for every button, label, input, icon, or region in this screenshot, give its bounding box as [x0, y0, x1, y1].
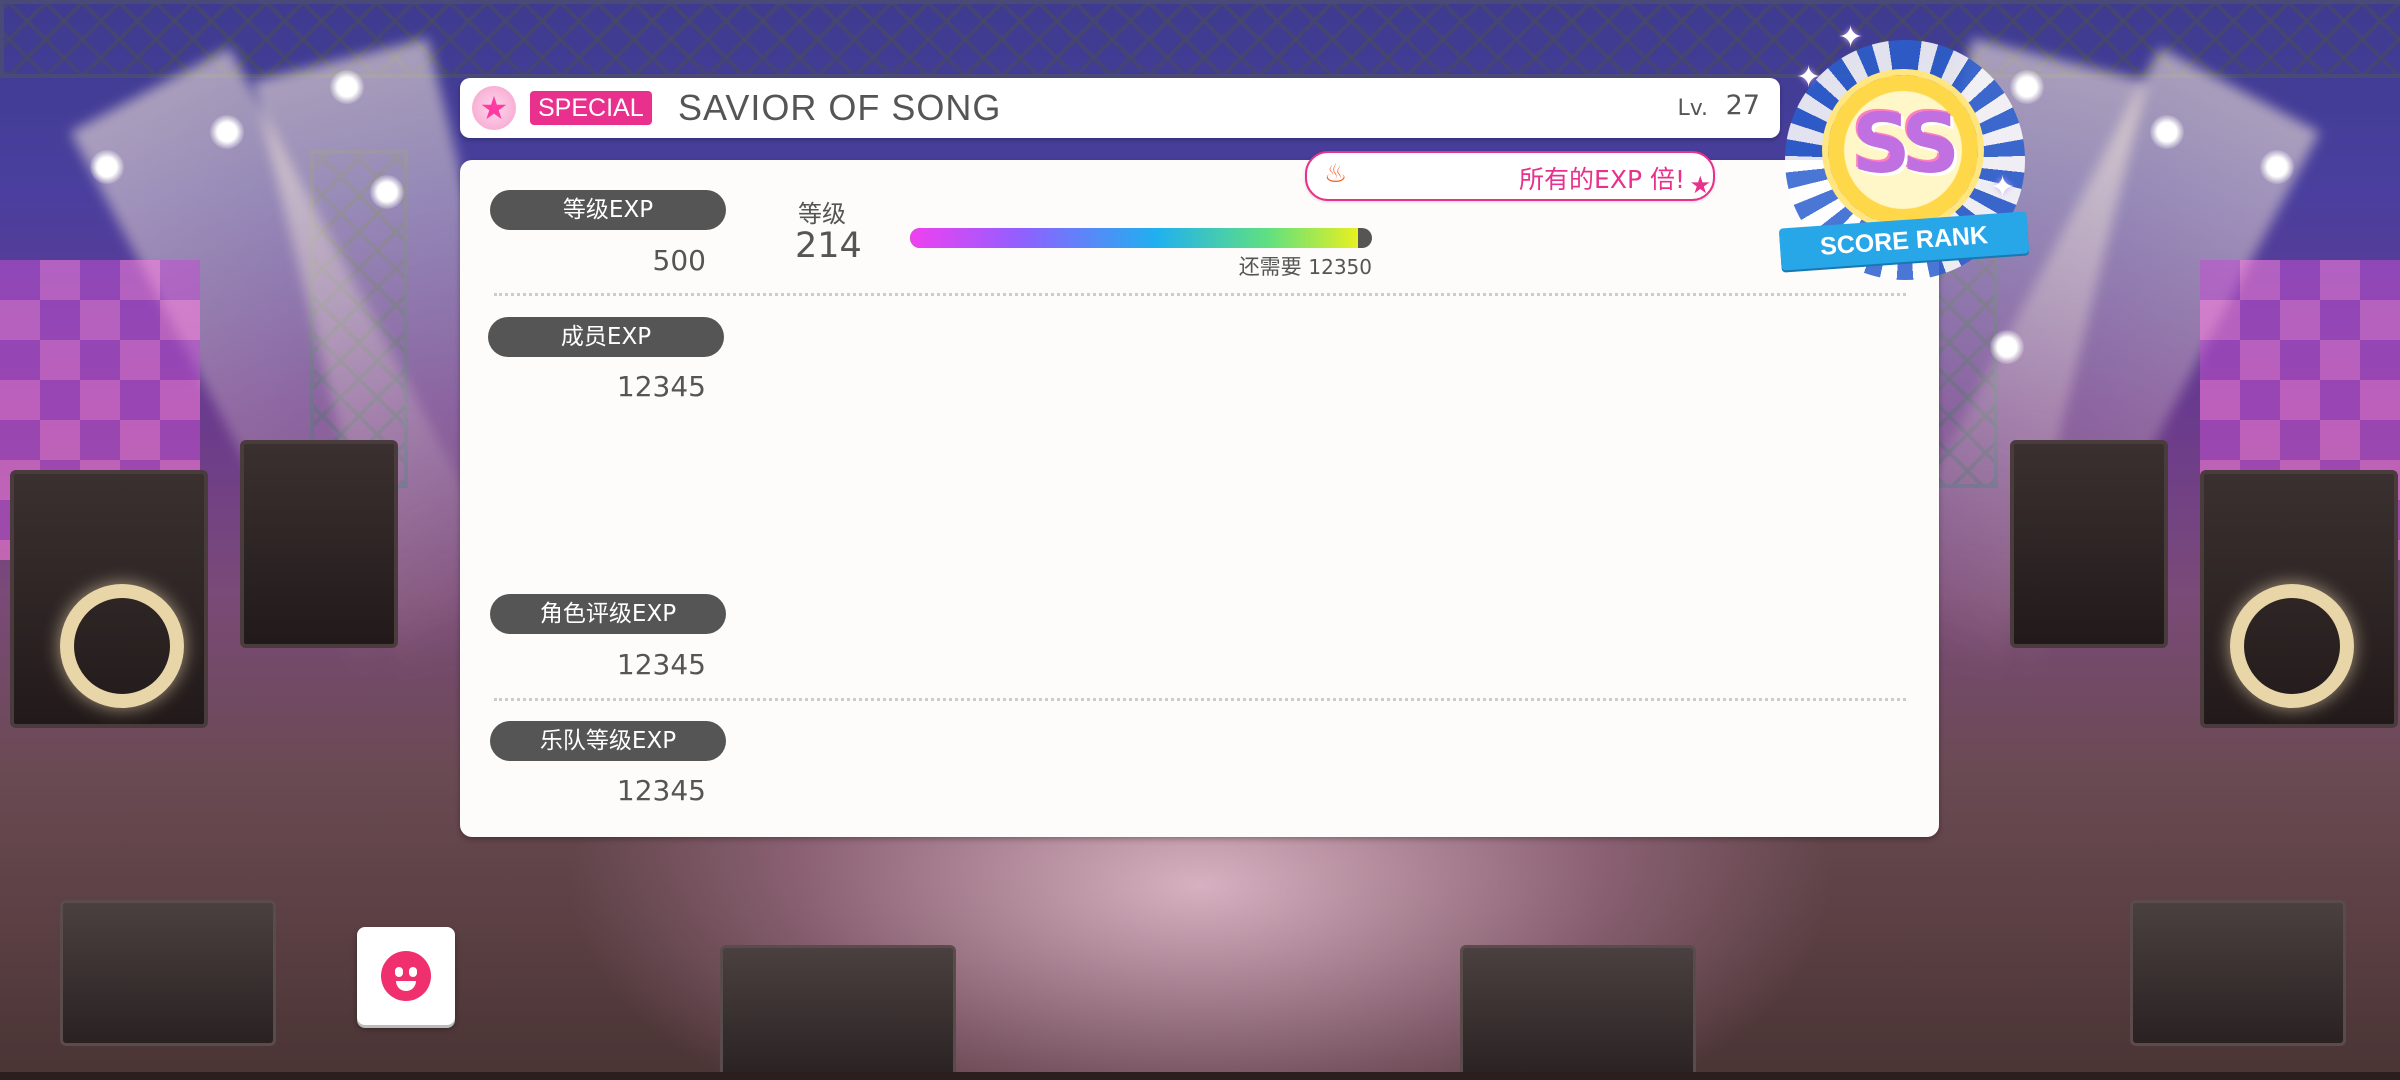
rank-exp-value: 500 [652, 244, 706, 277]
speaker-back-left [240, 440, 398, 648]
band-rank-exp-label: 乐队等级EXP [490, 721, 726, 761]
member-exp-label: 成员EXP [488, 317, 724, 357]
score-rank-medal: SS SCORE RANK ✦ ✦ ✦ [1778, 20, 2030, 280]
speaker-right [2200, 470, 2398, 728]
difficulty-tag: SPECIAL [530, 91, 652, 125]
member-exp-value: 12345 [616, 370, 706, 403]
stage-lamp [90, 150, 124, 184]
sparkle-icon: ✦ [1796, 60, 1822, 95]
character-rank-exp-value: 12345 [616, 648, 706, 681]
floor-monitor [1460, 945, 1696, 1080]
song-level: 27 [1725, 90, 1760, 121]
song-title: SAVIOR OF SONG [678, 87, 1002, 128]
face-eye [409, 967, 417, 977]
floor-edge [0, 1072, 2400, 1080]
level-label: Lv. [1677, 96, 1708, 121]
speaker-ring [2230, 584, 2354, 708]
stage-lamp [1990, 330, 2024, 364]
floor-monitor [720, 945, 956, 1080]
flame-icon: ♨ [1324, 159, 1348, 189]
character-face-button[interactable] [357, 927, 455, 1025]
remaining-exp: 还需要 12350 [1230, 251, 1372, 281]
sparkle-icon: ✦ [1838, 20, 1864, 55]
remaining-exp-label: 还需要 [1238, 255, 1302, 279]
stage-lamp [210, 115, 244, 149]
song-title-bar: ★ SPECIAL SAVIOR OF SONG Lv. 27 [460, 78, 1780, 138]
sparkle-icon: ✦ [1990, 170, 2016, 205]
section-divider [494, 698, 1906, 701]
speaker-ring [60, 584, 184, 708]
section-divider [494, 293, 1906, 296]
floor-monitor [60, 900, 276, 1046]
floor-monitor [2130, 900, 2346, 1046]
exp-bonus-text: 所有的EXP 倍! [1519, 165, 1685, 194]
rank-progress-fill [910, 228, 1359, 248]
character-rank-exp-label: 角色评级EXP [490, 594, 726, 634]
player-rank-value: 214 [795, 226, 862, 266]
exp-results-panel: 等级EXP 500 等级 214 还需要 12350 成员EXP 12345 角… [460, 160, 1939, 837]
exp-bonus-tag: ♨ 所有的EXP 倍! ★ [1305, 151, 1715, 201]
stage-lamp [2150, 115, 2184, 149]
band-rank-exp-value: 12345 [616, 774, 706, 807]
star-icon: ★ [472, 86, 516, 130]
star-icon: ★ [1689, 171, 1711, 199]
stage-lamp [2260, 150, 2294, 184]
remaining-exp-value: 12350 [1308, 255, 1372, 279]
face-eye [395, 967, 403, 977]
speaker-left [10, 470, 208, 728]
smiley-face-icon [381, 951, 431, 1001]
rank-progress-bar [910, 228, 1372, 248]
rank-exp-label: 等级EXP [490, 190, 726, 230]
stage-lamp [370, 175, 404, 209]
player-rank-label: 等级 [798, 200, 846, 228]
face-mouth [396, 981, 416, 991]
score-grade: SS [1851, 97, 1960, 192]
stage-lamp [330, 70, 364, 104]
speaker-back-right [2010, 440, 2168, 648]
